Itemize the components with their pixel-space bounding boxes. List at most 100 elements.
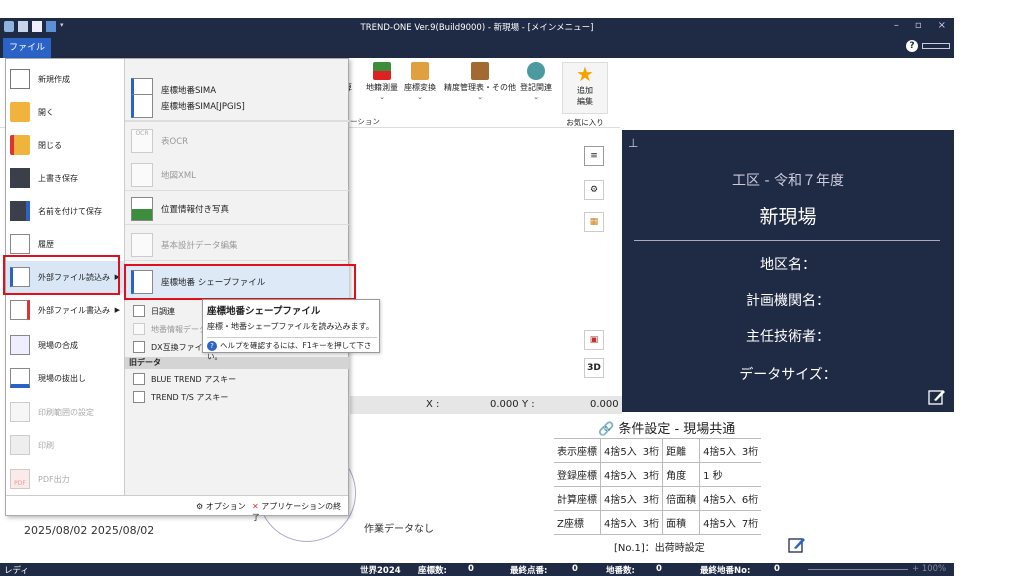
edit-conditions-icon[interactable] — [788, 536, 806, 554]
condition-value: 4捨5入 — [600, 510, 640, 535]
help-search-box[interactable] — [922, 43, 950, 49]
registration-icon — [527, 62, 545, 80]
menu-print[interactable]: 印刷 — [6, 429, 124, 461]
submenu-map-xml[interactable]: 地図XML — [125, 159, 349, 191]
tooltip-help: ? ヘルプを確認するには、F1キーを押して下さい。 — [207, 337, 377, 362]
window-controls: – ▫ × — [894, 20, 946, 31]
menu-merge-site[interactable]: 現場の合成 — [6, 329, 124, 361]
app-window: ▾ TREND-ONE Ver.9(Build9000) - 新現場 - [メイ… — [0, 0, 954, 576]
condition-digits — [738, 462, 762, 487]
close-button[interactable]: × — [938, 20, 946, 31]
last-parcel: 0 — [774, 564, 780, 574]
import-document-icon — [133, 323, 145, 335]
ribbon-cadastral-button[interactable]: 地籍測量 ⌄ — [366, 62, 398, 101]
edit-site-icon[interactable] — [928, 388, 946, 406]
last-point: 0 — [572, 564, 578, 574]
favorites-group-label: お気に入り — [566, 118, 604, 127]
xml-document-icon — [131, 162, 153, 187]
merge-icon — [10, 335, 30, 355]
condition-key: 角度 — [662, 462, 701, 487]
import-document-icon — [133, 341, 145, 353]
menu-export-external[interactable]: 外部ファイル書込み ▶ — [6, 294, 124, 326]
menu-pdf[interactable]: PDF PDF出力 — [6, 463, 124, 495]
grid-icon: ▦ — [589, 217, 599, 227]
submenu-basic-design[interactable]: 基本設計データ編集 — [125, 229, 349, 261]
menu-new[interactable]: 新規作成 — [6, 63, 124, 95]
zoom-level[interactable]: + 100% — [912, 564, 946, 574]
condition-digits: 7桁 — [738, 510, 762, 535]
condition-value: 4捨5入 — [600, 438, 640, 463]
file-tab[interactable]: ファイル — [3, 38, 51, 58]
import-document-icon — [133, 373, 145, 385]
menu-open[interactable]: 開く — [6, 96, 124, 128]
menu-print-range[interactable]: 印刷範囲の設定 — [6, 396, 124, 428]
shapefile-tooltip: 座標地番シェープファイル 座標・地番シェープファイルを読み込みます。 ? ヘルプを… — [202, 299, 380, 361]
zoom-slider[interactable] — [808, 569, 908, 570]
condition-value: 4捨5入 — [699, 486, 739, 511]
condition-key: 倍面積 — [662, 486, 701, 511]
submenu-ocr[interactable]: OCR 表OCR — [125, 125, 349, 157]
conditions-row: 登録座標 4捨5入 3桁 角度 1 秒 — [554, 462, 762, 487]
submenu-trend-ts[interactable]: TREND T/S アスキー — [125, 389, 349, 405]
coordinate-transform-icon — [411, 62, 429, 80]
condition-digits: 3桁 — [639, 438, 664, 463]
submenu-sima-jpgis[interactable]: 座標地番SIMA[JPGIS] — [125, 90, 349, 122]
menu-lines-button[interactable]: ≡ — [584, 146, 604, 166]
printer-icon — [10, 435, 30, 455]
help-icon[interactable]: ? — [906, 40, 918, 52]
chevron-down-icon: ⌄ — [379, 93, 385, 101]
close-icon: ✕ — [252, 502, 259, 511]
settings-button[interactable]: ⚙ — [584, 180, 604, 200]
ribbon-accuracy-button[interactable]: 精度管理表・その他 ⌄ — [444, 62, 516, 101]
new-document-icon — [10, 69, 30, 89]
restore-button[interactable]: ▫ — [915, 20, 922, 31]
submenu-geotag-photo[interactable]: 位置情報付き写真 — [125, 193, 349, 225]
favorites-edit-button[interactable]: ★ 追加 編集 お気に入り — [562, 62, 608, 127]
chevron-down-icon: ⌄ — [477, 93, 483, 101]
3d-view-button[interactable]: 3D — [584, 358, 604, 378]
menu-save[interactable]: 上書き保存 — [6, 162, 124, 194]
highlight-shapefile — [124, 264, 356, 300]
conditions-table: 表示座標 4捨5入 3桁 距離 4捨5入 3桁 登録座標 4捨5入 3桁 角度 1 秒計算座標 4捨5… — [554, 438, 762, 535]
condition-value: 1 秒 — [699, 462, 739, 487]
menu-bar — [0, 36, 954, 58]
quit-button[interactable]: ✕ アプリケーションの終了 — [252, 501, 348, 523]
factory-settings-label: [No.1]：出荷時設定 — [614, 543, 705, 554]
extract-icon — [10, 368, 30, 388]
pin-icon[interactable]: ⊥ — [628, 136, 638, 150]
layout-button[interactable]: ▦ — [584, 212, 604, 232]
design-data-icon — [131, 232, 153, 257]
hamburger-icon: ≡ — [590, 151, 598, 161]
help-icon: ? — [207, 341, 217, 351]
status-world: 世界2024 — [360, 566, 401, 576]
dates-label: 2025/08/02 2025/08/02 — [24, 524, 155, 537]
status-bar: レディ 世界2024 座標数: 0 最終点番: 0 地番数: 0 最終地番No:… — [0, 563, 954, 576]
district-label: 地区名： — [760, 257, 816, 273]
submenu-blue-trend[interactable]: BLUE TREND アスキー — [125, 371, 349, 387]
map-view-button[interactable]: ▣ — [584, 330, 604, 350]
coordinate-readout: X : 0.000 Y : 0.000 — [350, 396, 622, 414]
condition-key: 登録座標 — [554, 462, 601, 487]
ribbon-registration-button[interactable]: 登記関連 ⌄ — [520, 62, 552, 101]
condition-value: 4捨5入 — [699, 438, 739, 463]
menu-save-as[interactable]: 名前を付けて保存 — [6, 195, 124, 227]
export-file-icon — [10, 300, 30, 320]
save-as-icon — [10, 201, 30, 221]
menu-close[interactable]: 閉じる — [6, 129, 124, 161]
gear-icon: ⚙ — [196, 502, 204, 511]
conditions-row: 計算座標 4捨5入 3桁 倍面積 4捨5入 6桁 — [554, 486, 762, 511]
status-ready: レディ — [4, 566, 29, 576]
y-value: 0.000 — [590, 399, 619, 410]
condition-digits: 3桁 — [639, 510, 664, 535]
chief-engineer-label: 主任技術者： — [746, 329, 830, 345]
conditions-row: 表示座標 4捨5入 3桁 距離 4捨5入 3桁 — [554, 438, 762, 463]
close-folder-icon — [10, 135, 30, 155]
minimize-button[interactable]: – — [894, 20, 899, 31]
menu-extract-site[interactable]: 現場の抜出し — [6, 362, 124, 394]
condition-key: 計算座標 — [554, 486, 601, 511]
accuracy-management-icon — [471, 62, 489, 80]
ribbon-coord-transform-button[interactable]: 座標変換 ⌄ — [404, 62, 436, 101]
star-icon: ★ — [576, 62, 594, 86]
options-button[interactable]: ⚙ オプション — [196, 501, 246, 512]
chevron-down-icon: ⌄ — [417, 93, 423, 101]
